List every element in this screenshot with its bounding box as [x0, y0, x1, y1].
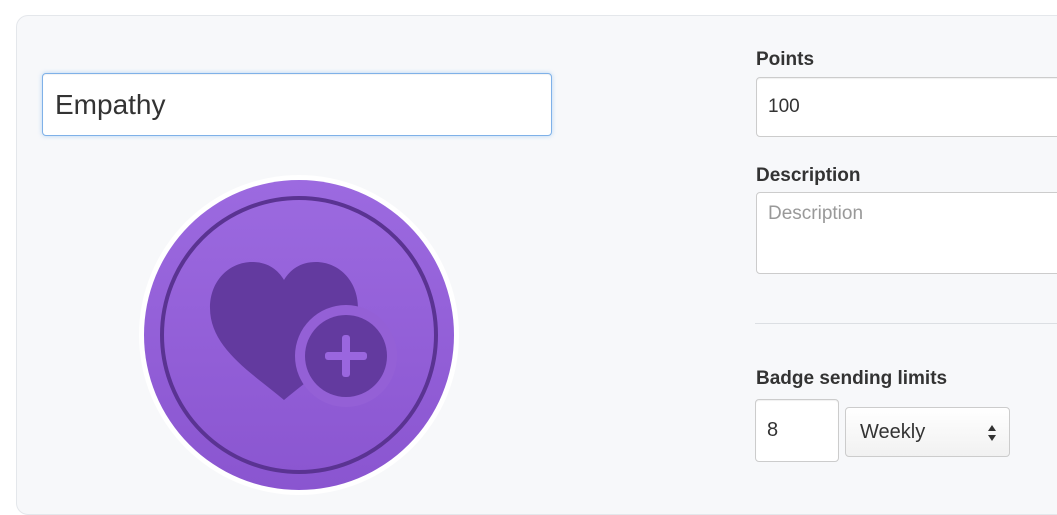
section-divider: [755, 323, 1057, 324]
sending-period-select[interactable]: Weekly: [845, 407, 1010, 457]
sending-limit-count-input[interactable]: [755, 399, 839, 462]
description-textarea[interactable]: [756, 192, 1057, 274]
badge-image[interactable]: [132, 168, 466, 502]
points-label: Points: [756, 49, 815, 70]
description-label: Description: [756, 165, 861, 186]
select-arrows-icon: [988, 425, 996, 441]
sending-limits-label: Badge sending limits: [756, 368, 948, 389]
heart-plus-icon: [139, 175, 459, 495]
points-input[interactable]: [756, 77, 1057, 137]
sending-period-value: Weekly: [860, 420, 926, 443]
badge-name-input[interactable]: [42, 73, 552, 136]
